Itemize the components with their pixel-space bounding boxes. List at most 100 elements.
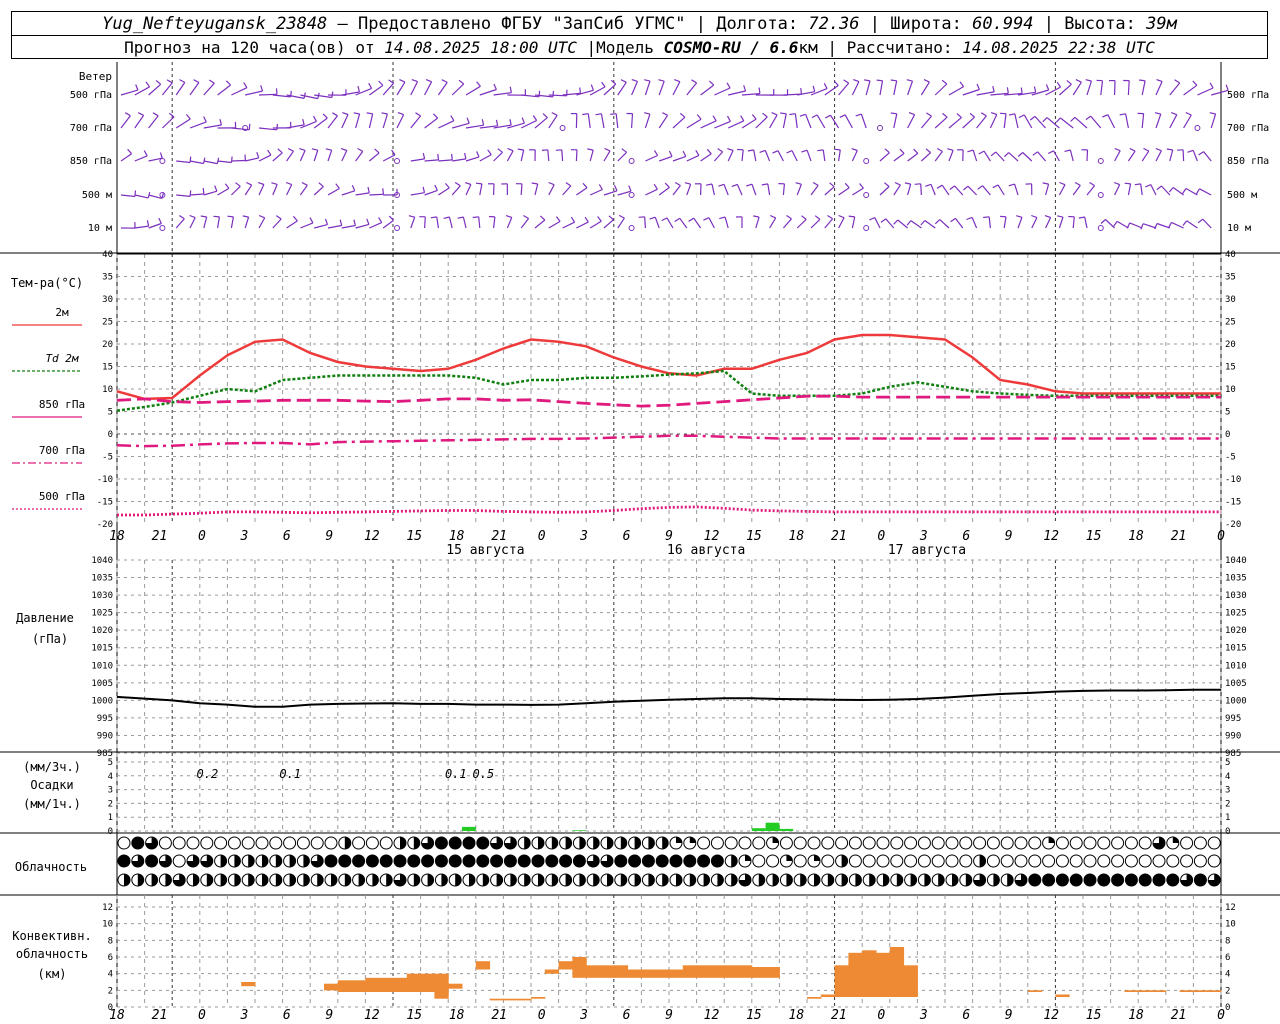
wind-barb	[1086, 80, 1092, 96]
wind-feather	[1055, 117, 1061, 123]
conv-tick-left: 2	[108, 986, 113, 996]
conv-bar	[1138, 990, 1153, 992]
wind-feather	[1042, 182, 1049, 185]
cloud-symbol	[876, 854, 890, 868]
cloud-half	[289, 855, 296, 867]
wind-barb	[382, 113, 388, 129]
wind-barb	[1211, 89, 1229, 96]
wind-feather	[1070, 116, 1076, 122]
wind-feather	[258, 214, 265, 219]
hour-label-bottom: 6	[283, 1008, 291, 1023]
wind-feather	[990, 151, 997, 157]
cloud-full	[490, 855, 503, 867]
cloud-half	[855, 874, 862, 886]
cloud-symbol	[862, 854, 876, 868]
wind-feather	[454, 181, 461, 187]
cloud-symbol	[1124, 836, 1138, 850]
cloud-full	[1084, 874, 1096, 886]
wind-barb	[860, 113, 867, 129]
hour-label: 15	[1086, 529, 1102, 544]
legend-label: 2м	[55, 306, 69, 319]
wind-level-right: 850 гПа	[1227, 156, 1269, 167]
meteogram: 40 4035 3530 3025 2520 2015 1510 105 50 0-5 -5-10-…	[0, 62, 1280, 1023]
temp-tick-left: 30	[102, 295, 113, 305]
wind-barb	[382, 219, 394, 229]
cloud-half	[441, 874, 448, 886]
cloud-half	[938, 874, 945, 886]
wind-barb	[175, 118, 191, 129]
cloud-symbol	[214, 836, 228, 850]
wind-feather	[1078, 216, 1085, 219]
wind-barb	[838, 217, 845, 229]
wind-barb	[562, 221, 575, 229]
wind-barb	[175, 218, 185, 229]
cloud-symbol	[724, 836, 738, 850]
wind-barb	[920, 115, 932, 129]
wind-feather	[780, 112, 787, 115]
wind-barb	[465, 85, 481, 96]
hour-label: 15	[746, 529, 762, 544]
cloud-half	[634, 837, 641, 849]
wind-feather	[378, 80, 384, 86]
precip-tick-right: 4	[1225, 772, 1230, 782]
wind-barb	[982, 185, 991, 196]
wind-barb	[796, 184, 802, 196]
hour-label-bottom: 3	[919, 1008, 928, 1023]
wind-barb	[286, 184, 293, 196]
wind-barb	[644, 113, 651, 129]
cloud-symbol	[186, 836, 200, 850]
hour-label-bottom: 6	[623, 1008, 631, 1023]
wind-feather	[758, 87, 761, 94]
wind-feather	[1032, 151, 1038, 156]
wind-barb	[1125, 113, 1129, 129]
cloud-symbol	[890, 854, 904, 868]
wind-feather	[481, 119, 485, 126]
wind-feather	[521, 117, 525, 124]
hour-label: 15	[406, 529, 422, 544]
cloud-symbol	[766, 854, 780, 868]
wind-feather	[457, 216, 464, 219]
wind-feather	[1033, 86, 1037, 93]
wind-barb	[230, 185, 241, 196]
cloud-quarter	[814, 855, 820, 861]
wind-feather	[1113, 181, 1120, 186]
wind-feather	[582, 182, 588, 189]
temp-tick-right: -10	[1225, 475, 1241, 485]
wind-barb	[751, 184, 757, 196]
cloud-symbol	[931, 836, 945, 850]
cloud-half	[344, 874, 351, 886]
wind-feather	[786, 214, 792, 220]
press-tick-right: 1015	[1225, 644, 1247, 654]
wind-barb	[576, 221, 589, 229]
cloud-symbol	[1069, 854, 1083, 868]
wind-feather	[570, 216, 576, 223]
cloud-half	[579, 874, 586, 886]
wind-feather	[450, 115, 455, 122]
hour-label-bottom: 18	[789, 1008, 805, 1023]
wind-feather	[631, 79, 638, 82]
wind-barb	[603, 219, 614, 229]
wind-feather	[202, 187, 205, 195]
wind-feather	[590, 84, 594, 91]
hour-label-bottom: 0	[877, 1008, 885, 1023]
wind-feather	[869, 217, 876, 221]
cloud-symbol	[1028, 854, 1042, 868]
cloud-symbol	[158, 836, 172, 850]
cloud-symbol	[352, 836, 366, 850]
press-tick-left: 1010	[91, 661, 113, 671]
wind-feather	[644, 79, 651, 82]
wind-feather	[1134, 183, 1141, 186]
press-title: Давление	[16, 611, 74, 625]
wind-barb	[327, 150, 333, 162]
wind-barb	[589, 149, 594, 162]
wind-barb	[617, 217, 625, 229]
conv-tick-right: 8	[1225, 936, 1230, 946]
wind-feather	[942, 112, 948, 118]
wind-barb	[782, 183, 785, 196]
wind-barb	[134, 115, 145, 129]
wind-feather	[658, 79, 665, 82]
precip-3h-label: 0.5	[473, 767, 495, 781]
wind-feather	[493, 83, 497, 90]
wind-barb	[1008, 152, 1019, 162]
wind-barb	[810, 185, 819, 196]
